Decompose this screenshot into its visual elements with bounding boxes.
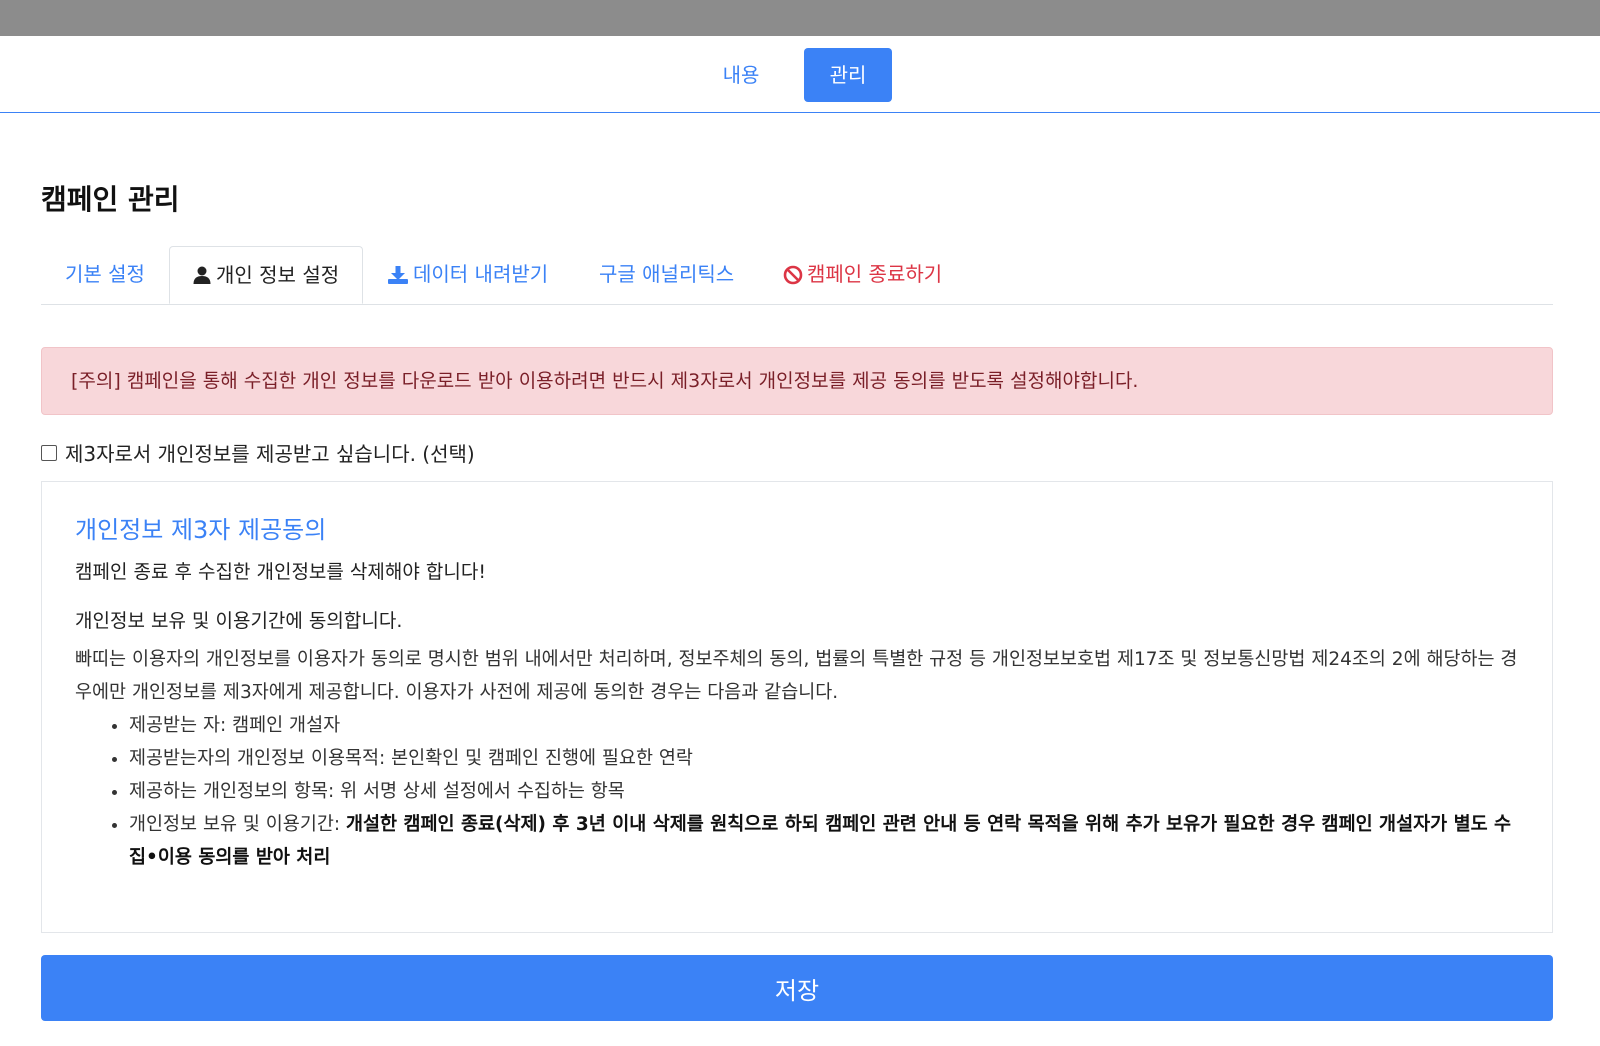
tab-download-data[interactable]: 데이터 내려받기 bbox=[387, 246, 548, 303]
tab-label: 데이터 내려받기 bbox=[413, 262, 549, 286]
third-party-consent-row: 제3자로서 개인정보를 제공받고 싶습니다. (선택) bbox=[41, 438, 475, 467]
list-item: 제공받는 자: 캠페인 개설자 bbox=[129, 709, 1519, 742]
top-tab-bar: 내용 관리 bbox=[0, 36, 1600, 113]
tab-google-analytics[interactable]: 구글 애널리틱스 bbox=[599, 246, 734, 303]
user-icon bbox=[192, 265, 212, 285]
consent-title: 개인정보 제3자 제공동의 bbox=[75, 516, 327, 544]
tab-content[interactable]: 내용 bbox=[706, 48, 776, 102]
consent-subtitle: 개인정보 보유 및 이용기간에 동의합니다. bbox=[75, 610, 403, 632]
tab-label: 개인 정보 설정 bbox=[216, 262, 340, 287]
page-title: 캠페인 관리 bbox=[41, 183, 180, 216]
tab-label: 구글 애널리틱스 bbox=[599, 262, 735, 286]
tab-label: 기본 설정 bbox=[65, 262, 145, 286]
list-item: 제공하는 개인정보의 항목: 위 서명 상세 설정에서 수집하는 항목 bbox=[129, 775, 1519, 808]
tab-basic-settings[interactable]: 기본 설정 bbox=[65, 246, 145, 303]
tab-label: 캠페인 종료하기 bbox=[807, 262, 943, 286]
third-party-checkbox-label[interactable]: 제3자로서 개인정보를 제공받고 싶습니다. (선택) bbox=[65, 438, 475, 467]
top-banner-strip bbox=[0, 0, 1600, 36]
list-item: 제공받는자의 개인정보 이용목적: 본인확인 및 캠페인 진행에 필요한 연락 bbox=[129, 742, 1519, 775]
consent-panel: 개인정보 제3자 제공동의 캠페인 종료 후 수집한 개인정보를 삭제해야 합니… bbox=[41, 481, 1553, 933]
list-item: 개인정보 보유 및 이용기간: 개설한 캠페인 종료(삭제) 후 3년 이내 삭… bbox=[129, 808, 1519, 874]
tab-manage[interactable]: 관리 bbox=[804, 48, 892, 102]
consent-warning: 캠페인 종료 후 수집한 개인정보를 삭제해야 합니다! bbox=[75, 561, 486, 583]
consent-body: 빠띠는 이용자의 개인정보를 이용자가 동의로 명시한 범위 내에서만 처리하며… bbox=[75, 649, 1518, 703]
warning-alert: [주의] 캠페인을 통해 수집한 개인 정보를 다운로드 받아 이용하려면 반드… bbox=[41, 347, 1553, 415]
save-button[interactable]: 저장 bbox=[41, 955, 1553, 1021]
consent-list: 제공받는 자: 캠페인 개설자 제공받는자의 개인정보 이용목적: 본인확인 및… bbox=[75, 709, 1519, 874]
campaign-settings-tabs: 기본 설정 개인 정보 설정 데이터 내려받기 구글 애널리틱스 캠페인 종료하… bbox=[41, 246, 1553, 305]
tab-privacy-settings[interactable]: 개인 정보 설정 bbox=[169, 246, 363, 304]
third-party-checkbox[interactable] bbox=[41, 444, 57, 461]
download-icon bbox=[387, 265, 409, 285]
ban-icon bbox=[783, 265, 803, 285]
tab-end-campaign[interactable]: 캠페인 종료하기 bbox=[783, 246, 942, 303]
